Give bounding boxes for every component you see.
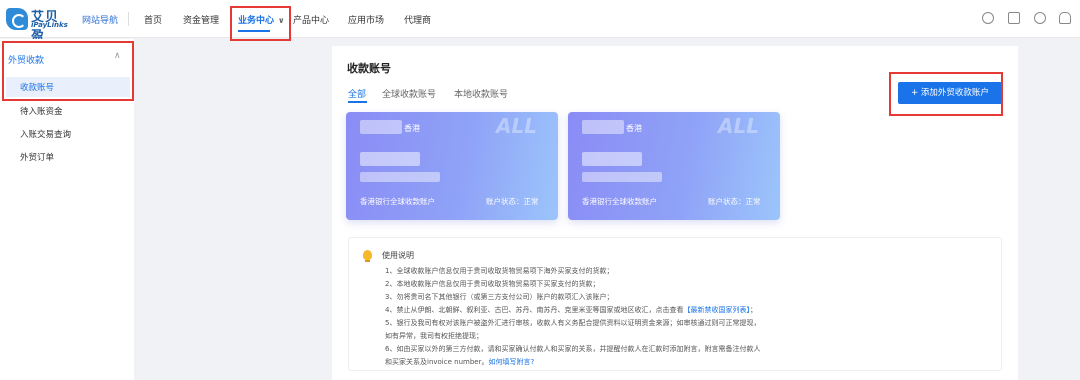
redacted-field: [360, 120, 402, 134]
redacted-field: [360, 152, 420, 166]
nav-products[interactable]: 产品中心: [293, 13, 329, 26]
tab-active-indicator: [348, 101, 367, 103]
card-region: 香港: [404, 124, 420, 133]
redacted-field: [582, 152, 642, 166]
lightbulb-icon: [363, 250, 372, 262]
account-card[interactable]: 香港 ALL 香港银行全球收款账户 账户状态：正常: [346, 112, 558, 220]
top-navbar: 艾贝盈 iPayLinks 网站导航 首页 资金管理 业务中心 ∨ 产品中心 应用…: [0, 0, 1080, 44]
highlight-box: [230, 6, 291, 41]
how-to-fill-remark-link[interactable]: 如何填写附言?: [488, 358, 534, 366]
redacted-field: [582, 120, 624, 134]
redacted-field: [360, 172, 440, 182]
sidebar-item-transactions[interactable]: 入账交易查询: [20, 128, 71, 140]
page-title: 收款账号: [347, 62, 391, 75]
nav-agents[interactable]: 代理商: [404, 13, 431, 26]
notice-line: 和买家关系及invoice number。如何填写附言?: [385, 358, 535, 366]
nav-funds[interactable]: 资金管理: [183, 13, 219, 26]
bell-icon[interactable]: [1059, 12, 1071, 24]
tab-local-accounts[interactable]: 本地收款账号: [454, 87, 508, 100]
logo[interactable]: 艾贝盈 iPayLinks: [6, 6, 70, 44]
compass-icon[interactable]: [982, 12, 994, 24]
usage-notice: 使用说明 1、全球收款账户信息仅用于贵司收取货物贸易项下海外买家支付的货款； 2…: [348, 237, 1002, 371]
nav-app-market[interactable]: 应用市场: [348, 13, 384, 26]
notice-title: 使用说明: [382, 251, 414, 260]
banned-countries-link[interactable]: 【最新禁收国家列表】: [683, 306, 750, 314]
notice-line: 4、禁止从伊朗、北朝鲜、叙利亚、古巴、苏丹、南苏丹、克里米亚等国家或地区收汇，点…: [385, 306, 757, 314]
logo-text-en: iPayLinks: [31, 21, 68, 29]
account-card[interactable]: 香港 ALL 香港银行全球收款账户 账户状态：正常: [568, 112, 780, 220]
card-status: 账户状态：正常: [486, 197, 539, 206]
logo-mark-icon: [6, 8, 28, 30]
sidebar-item-pending-funds[interactable]: 待入账资金: [20, 105, 63, 117]
notice-line: 2、本地收款账户信息仅用于贵司收取货物贸易项下买家支付的货款；: [385, 280, 600, 288]
card-watermark: ALL: [718, 114, 759, 138]
redacted-field: [582, 172, 662, 182]
card-account-name: 香港银行全球收款账户: [360, 197, 435, 206]
card-region: 香港: [626, 124, 642, 133]
card-status: 账户状态：正常: [708, 197, 761, 206]
highlight-box: [889, 72, 1003, 116]
tab-all[interactable]: 全部: [348, 87, 366, 100]
notice-line: 5、银行及我司有权对该账户被盗外汇进行审核，收款人有义务配合提供资料以证明资金来…: [385, 319, 761, 327]
highlight-box: [2, 41, 134, 101]
nav-divider: [128, 12, 129, 26]
notice-line: 3、勿将贵司名下其他银行（或第三方支付公司）账户的款项汇入该账户；: [385, 293, 614, 301]
nav-home[interactable]: 首页: [144, 13, 162, 26]
card-watermark: ALL: [496, 114, 537, 138]
tab-global-accounts[interactable]: 全球收款账号: [382, 87, 436, 100]
site-nav-link[interactable]: 网站导航: [82, 13, 118, 26]
help-icon[interactable]: [1034, 12, 1046, 24]
notice-line: 1、全球收款账户信息仅用于贵司收取货物贸易项下海外买家支付的货款；: [385, 267, 614, 275]
notice-line: 6、如由买家以外的第三方付款，请和买家确认付款人和买家的关系，并提醒付款人在汇款…: [385, 345, 761, 353]
sidebar-item-orders[interactable]: 外贸订单: [20, 151, 54, 163]
notice-line: 如有异常，我司有权拒绝提现；: [385, 332, 483, 340]
ticket-icon[interactable]: [1008, 12, 1020, 24]
card-account-name: 香港银行全球收款账户: [582, 197, 657, 206]
